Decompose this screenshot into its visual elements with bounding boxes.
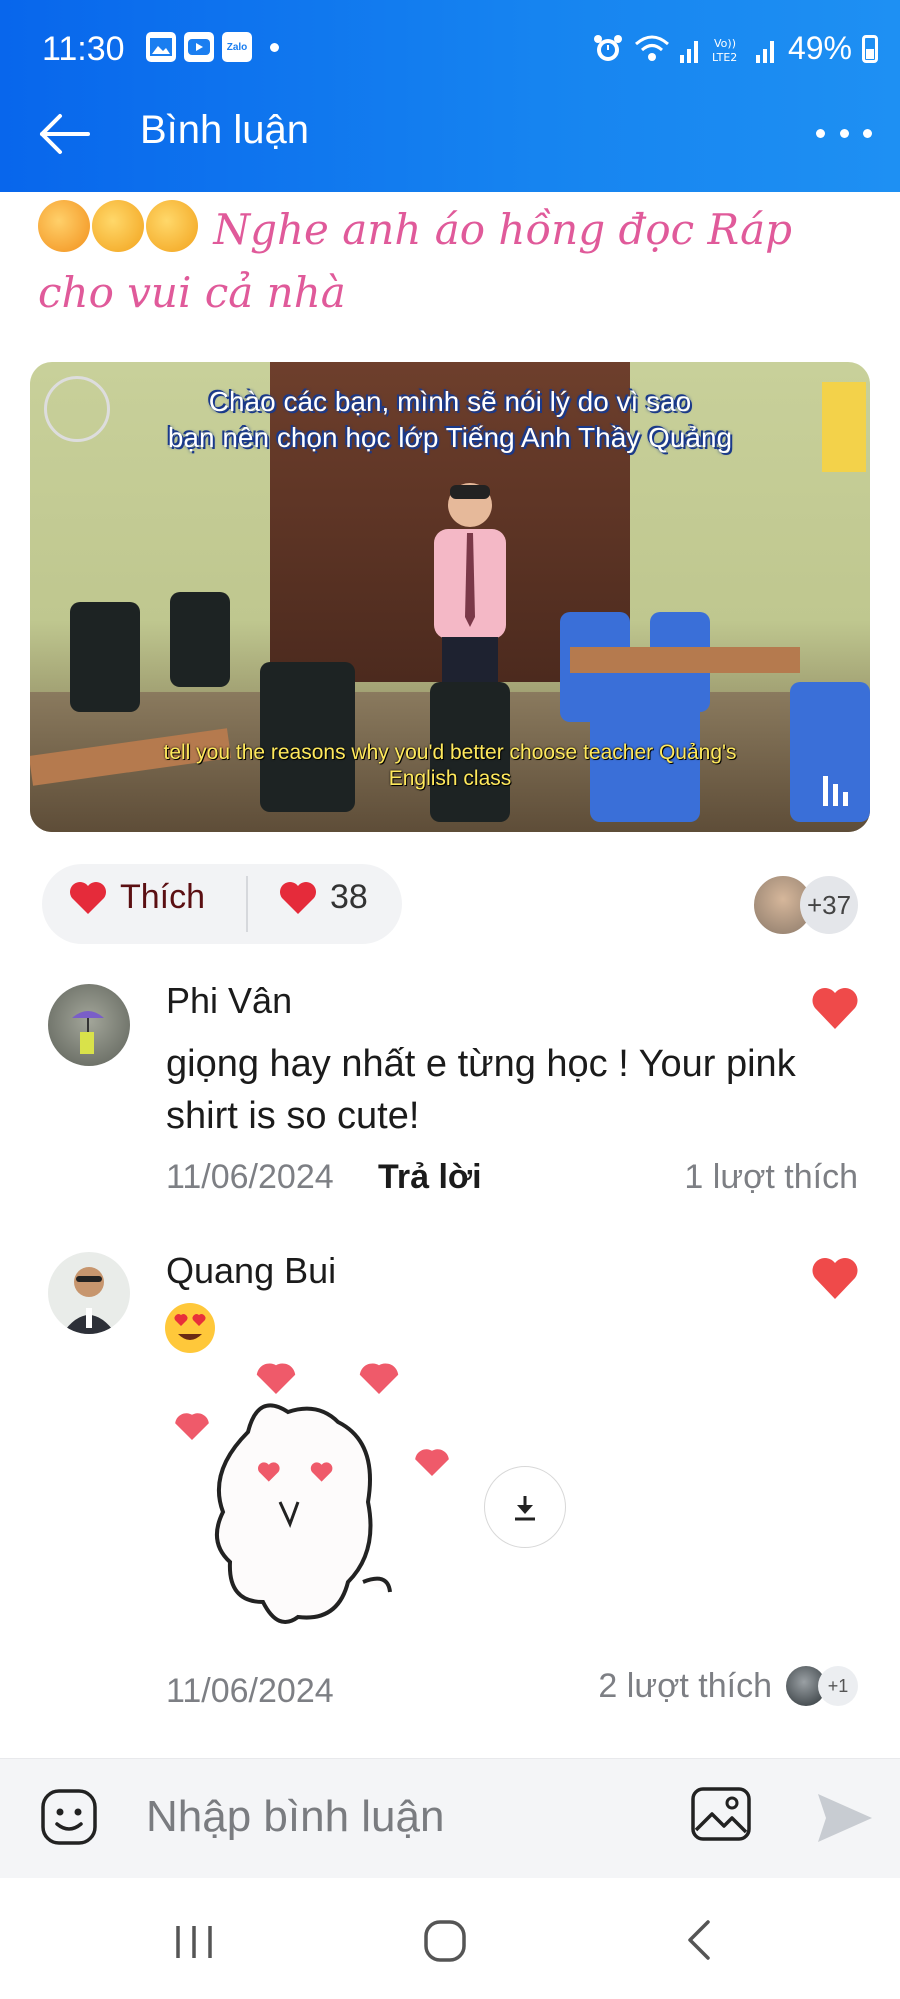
smiling-hearts-emoji-icon xyxy=(38,200,90,252)
subtitle-bottom-line1: tell you the reasons why you'd better ch… xyxy=(163,741,737,764)
more-button[interactable] xyxy=(816,118,872,148)
alarm-icon xyxy=(593,34,622,61)
comment-likes-row[interactable]: 2 lượt thích +1 xyxy=(598,1666,858,1706)
battery-percent: 49% xyxy=(787,30,852,66)
send-icon xyxy=(818,1794,872,1842)
back-button[interactable] xyxy=(38,110,92,158)
battery-icon xyxy=(862,34,878,63)
viewers-more-count: +37 xyxy=(800,876,858,934)
emoji-button[interactable] xyxy=(40,1788,98,1846)
heart-eyes-emoji-icon xyxy=(165,1303,215,1353)
post-video[interactable]: Chào các bạn, mình sẽ nói lý do vì sao b… xyxy=(30,362,870,832)
comment-input-bar xyxy=(0,1758,900,1879)
zalo-icon: Zalo xyxy=(222,32,252,62)
pill-divider xyxy=(246,876,248,932)
svg-text:Vo)): Vo)) xyxy=(714,37,736,50)
reaction-count-button[interactable]: 38 xyxy=(278,878,368,917)
avatar[interactable] xyxy=(48,984,130,1066)
video-chair xyxy=(170,592,230,687)
audio-bars-icon xyxy=(823,776,848,806)
chevron-left-icon xyxy=(688,1920,710,1960)
image-picker-button[interactable] xyxy=(690,1786,752,1842)
video-subtitle-top: Chào các bạn, mình sẽ nói lý do vì sao b… xyxy=(30,384,870,456)
avatar-image xyxy=(62,1267,116,1334)
comment-date: 11/06/2024 xyxy=(166,1158,334,1196)
home-icon xyxy=(424,1920,466,1962)
comment-author[interactable]: Phi Vân xyxy=(166,980,292,1022)
home-button[interactable] xyxy=(422,1918,468,1964)
top-bar xyxy=(0,0,900,192)
dot-icon xyxy=(270,42,279,52)
like-button[interactable]: Thích xyxy=(68,878,205,917)
subtitle-top-line2: bạn nên chọn học lớp Tiếng Anh Thầy Quản… xyxy=(167,422,733,453)
like-label: Thích xyxy=(120,878,206,916)
gallery-icon xyxy=(146,32,176,62)
comment-likes: 2 lượt thích xyxy=(598,1666,772,1705)
more-icon xyxy=(816,128,825,138)
video-desk xyxy=(570,647,800,673)
heart-icon xyxy=(280,881,316,914)
subtitle-bottom-line2: English class xyxy=(388,767,512,790)
comment-like-heart-icon[interactable] xyxy=(810,985,860,1031)
smiley-icon xyxy=(41,1789,97,1845)
wifi-icon xyxy=(634,35,669,61)
post-caption: Nghe anh áo hồng đọc Ráp cho vui cả nhà xyxy=(38,198,868,324)
recent-apps-button[interactable] xyxy=(172,1922,216,1962)
arrow-left-icon xyxy=(40,114,90,154)
subtitle-top-line1: Chào các bạn, mình sẽ nói lý do vì sao xyxy=(208,386,692,417)
page-title: Bình luận xyxy=(140,108,310,152)
cat-hearts-sticker[interactable] xyxy=(168,1352,468,1642)
recent-apps-icon xyxy=(176,1926,212,1958)
download-sticker-button[interactable] xyxy=(484,1466,566,1548)
zany-face-emoji-icon xyxy=(146,200,198,252)
comment-text: giọng hay nhất e từng học ! Your pink sh… xyxy=(166,1043,796,1137)
video-chair xyxy=(70,602,140,712)
comment-input[interactable]: Nhập bình luận xyxy=(146,1792,444,1842)
signal-icon xyxy=(755,40,774,63)
image-icon xyxy=(691,1787,751,1841)
video-subtitle-bottom: tell you the reasons why you'd better ch… xyxy=(30,740,870,792)
status-right: Vo)) LTE2 49% xyxy=(592,30,878,67)
reaction-count: 38 xyxy=(330,878,368,916)
youtube-icon xyxy=(184,32,214,62)
kissing-emoji-icon xyxy=(92,200,144,252)
back-nav-button[interactable] xyxy=(684,1918,714,1962)
send-button[interactable] xyxy=(814,1790,874,1846)
reply-button[interactable]: Trả lời xyxy=(378,1158,482,1197)
volte-icon: Vo))LTE2 xyxy=(712,37,737,64)
status-time: 11:30 xyxy=(42,30,125,68)
signal-icon xyxy=(679,40,698,63)
likers-more-count: +1 xyxy=(818,1666,858,1706)
avatar[interactable] xyxy=(48,1252,130,1334)
comment-author[interactable]: Quang Bui xyxy=(166,1250,336,1292)
comment-likes[interactable]: 1 lượt thích xyxy=(684,1158,858,1197)
avatar-image xyxy=(72,1011,104,1054)
status-notification-icons: Zalo xyxy=(146,32,279,62)
download-icon xyxy=(515,1496,535,1521)
comment-like-heart-icon[interactable] xyxy=(810,1255,860,1301)
viewers-avatars[interactable]: +37 xyxy=(752,874,858,936)
comment-date: 11/06/2024 xyxy=(166,1672,334,1710)
heart-icon xyxy=(70,881,106,914)
svg-text:LTE2: LTE2 xyxy=(712,51,737,64)
